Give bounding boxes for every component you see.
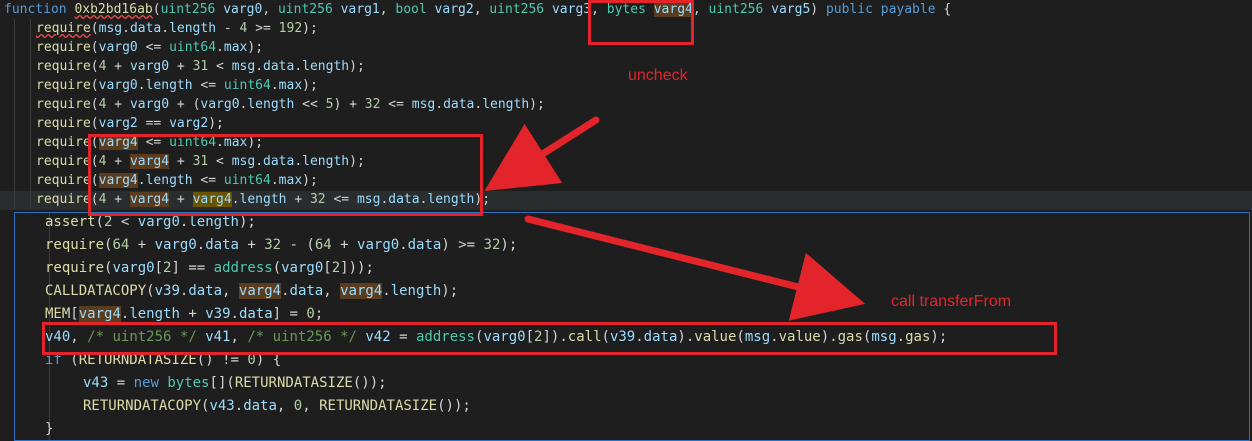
call-transferfrom-annotation: call transferFrom: [891, 293, 1012, 310]
arrow-to-varg4-checks: [484, 116, 600, 192]
uncheck-annotation: uncheck: [628, 67, 688, 84]
annotation-arrows: [484, 116, 866, 321]
arrow-to-call-transferfrom: [524, 215, 866, 321]
